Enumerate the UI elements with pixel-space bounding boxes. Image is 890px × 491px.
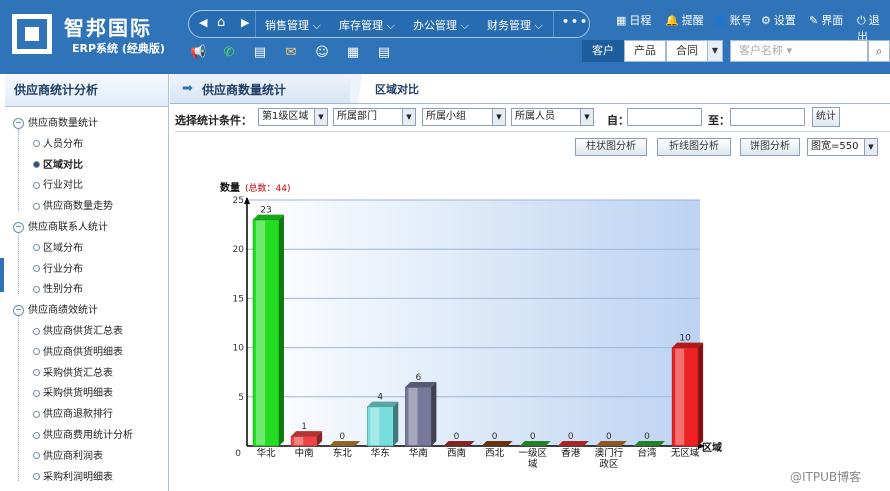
y-tick-label: 25 <box>233 196 244 206</box>
bar-value-label: 4 <box>377 393 383 403</box>
x-tick-label: 台湾 <box>637 447 657 459</box>
x-tick-label: 西北 <box>485 448 505 459</box>
x-tick-label: 华东 <box>371 447 390 459</box>
x-tick-label: 一级区 <box>518 447 547 459</box>
bar-value-label: 0 <box>454 432 460 442</box>
bar-value-label: 0 <box>644 432 650 442</box>
bar-side <box>698 342 704 446</box>
x-axis-label: 区域 <box>702 441 722 454</box>
bar-highlight <box>256 220 266 445</box>
y-tick-label: 0 <box>235 449 241 459</box>
plot-background <box>247 200 700 446</box>
y-axis-label: 数量 <box>220 181 240 194</box>
x-tick-label: 中南 <box>295 447 314 459</box>
bar-value-label: 0 <box>568 432 574 442</box>
x-tick-label: 华南 <box>409 447 428 459</box>
bar-highlight <box>675 348 685 445</box>
bar-side <box>393 401 399 446</box>
bar-value-label: 6 <box>416 373 422 383</box>
x-tick-label: 无区域 <box>671 447 700 459</box>
x-tick-label: 华北 <box>256 447 276 459</box>
bar-value-label: 0 <box>530 432 536 442</box>
bar-value-label: 0 <box>339 432 345 442</box>
x-tick-label: 东北 <box>333 447 353 459</box>
bar-highlight <box>370 407 380 445</box>
y-tick-label: 20 <box>233 245 245 255</box>
x-tick-label: 西南 <box>447 447 466 459</box>
x-tick-label: 政区 <box>599 458 619 470</box>
watermark: @ITPUB博客 <box>790 470 862 484</box>
bar-value-label: 10 <box>679 334 691 344</box>
x-tick-label: 香港 <box>561 447 581 459</box>
region-bar-chart: 0 5 10 15 20 25 数量 (总数：44) 区域 23 华北 1 中南 0 东北 4 华东 6 华南 0 西南… <box>220 181 722 470</box>
y-tick-label: 5 <box>238 393 244 403</box>
bar-value-label: 23 <box>260 206 271 216</box>
bar-value-label: 0 <box>606 432 612 442</box>
bar-highlight <box>294 437 304 445</box>
x-tick-label: 域 <box>528 458 538 470</box>
bar-highlight <box>408 387 418 445</box>
y-tick-label: 10 <box>233 344 245 354</box>
x-tick-label: 澳门行 <box>595 447 624 459</box>
bar-value-label: 0 <box>492 432 498 442</box>
bar-value-label: 1 <box>301 422 307 432</box>
bar-side <box>279 214 284 446</box>
total-count-label: (总数：44) <box>245 182 290 194</box>
bar-side <box>431 381 437 446</box>
y-tick-label: 15 <box>233 294 244 304</box>
